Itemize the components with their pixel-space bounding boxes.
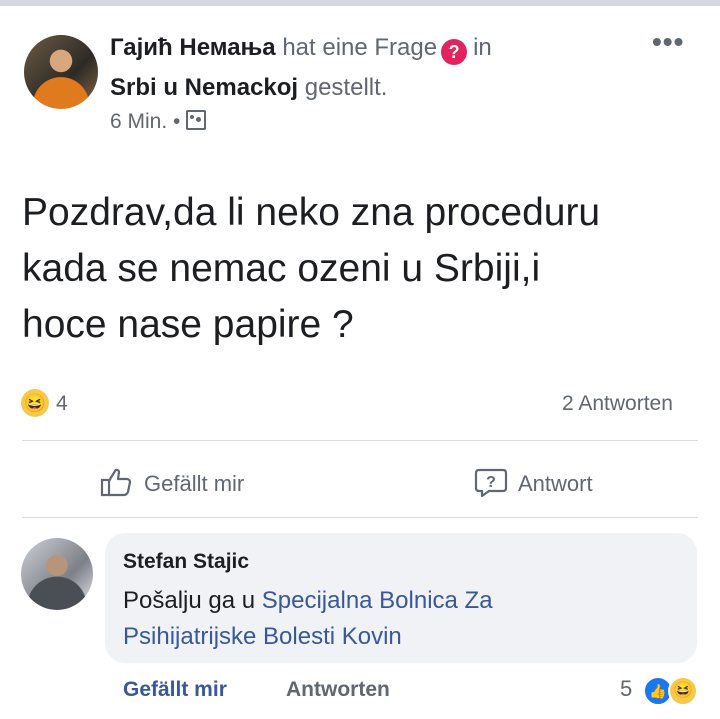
- top-separator: [0, 0, 720, 6]
- post-header-line-2: Srbi u Nemackoj gestellt.: [110, 73, 387, 103]
- post-body-line: hoce nase papire ?: [22, 303, 354, 346]
- svg-text:?: ?: [486, 474, 496, 491]
- commenter-avatar[interactable]: [21, 538, 93, 610]
- post-meta: 6 Min. •: [110, 110, 207, 134]
- divider: [22, 517, 698, 518]
- comment-reaction-count[interactable]: 5: [620, 676, 632, 702]
- haha-reaction-icon[interactable]: 😆: [21, 389, 49, 417]
- like-button[interactable]: Gefällt mir: [100, 467, 244, 497]
- comment-tagged-page-link[interactable]: Psihijatrijske Bolesti Kovin: [123, 623, 402, 650]
- more-options-button[interactable]: •••: [652, 26, 684, 58]
- question-icon: ?: [441, 39, 468, 65]
- comment-text-prefix: Pošalju ga u: [123, 587, 262, 614]
- posted-text: gestellt.: [304, 74, 388, 101]
- group-privacy-icon: [186, 110, 207, 130]
- answer-button[interactable]: ? Antwort: [474, 467, 593, 497]
- post-header-line-1: Гајић Немања hat eine Frage? in: [110, 33, 492, 65]
- asked-text: hat eine Frage: [282, 34, 438, 61]
- answers-count-link[interactable]: 2 Antworten: [562, 392, 673, 416]
- post-time[interactable]: 6 Min. •: [110, 110, 180, 133]
- post-reaction-count[interactable]: 4: [56, 392, 68, 416]
- divider: [22, 440, 698, 441]
- haha-reaction-icon: 😆: [668, 676, 698, 706]
- question-bubble-icon: ?: [474, 468, 508, 497]
- post-body-line: kada se nemac ozeni u Srbiji,i: [22, 247, 541, 290]
- comment-like-button[interactable]: Gefällt mir: [123, 678, 227, 702]
- poster-avatar[interactable]: [24, 35, 98, 109]
- comment-author-name[interactable]: Stefan Stajic: [123, 550, 249, 574]
- post-body: Pozdrav,da li neko zna proceduru kada se…: [22, 185, 702, 353]
- thumbs-up-icon: [100, 468, 132, 497]
- answer-label: Antwort: [518, 471, 593, 496]
- comment-text: Pošalju ga u Specijalna Bolnica Za Psihi…: [123, 583, 683, 655]
- post-body-line: Pozdrav,da li neko zna proceduru: [22, 191, 601, 234]
- comment-reply-button[interactable]: Antworten: [286, 678, 390, 702]
- comment-tagged-page-link[interactable]: Specijalna Bolnica Za: [262, 587, 493, 614]
- in-text: in: [473, 34, 492, 61]
- like-label: Gefällt mir: [144, 471, 245, 496]
- post-author-name[interactable]: Гајић Немања: [110, 34, 276, 61]
- group-name-link[interactable]: Srbi u Nemackoj: [110, 74, 298, 101]
